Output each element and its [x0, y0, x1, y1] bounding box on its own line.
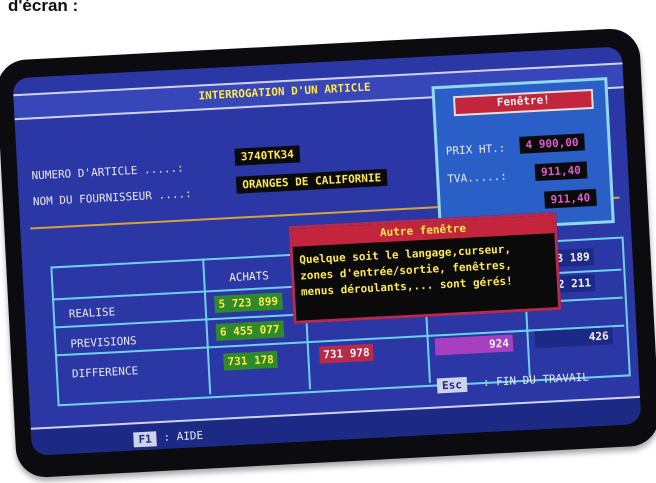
column-header-achats: ACHATS — [228, 269, 270, 285]
cell-difference-achats: 731 178 — [223, 350, 279, 371]
prix-ht-label: PRIX HT.: — [445, 141, 506, 158]
window-autre-fenetre-text: Quelque soit le langage,curseur, zones d… — [298, 242, 513, 299]
prix-ht-field[interactable]: 4 900,00 — [519, 133, 585, 154]
cell-difference-col2: 731 978 — [318, 343, 375, 364]
caption-text: d'écran : — [8, 0, 79, 15]
window-fenetre-title: Fenêtre! — [452, 88, 594, 117]
esc-key[interactable]: Esc — [436, 376, 468, 394]
f1-key[interactable]: F1 — [133, 431, 158, 448]
f1-key-label: : AIDE — [163, 428, 204, 444]
screen-title: INTERROGATION D'UN ARTICLE — [198, 80, 371, 103]
function-key-bar — [30, 395, 642, 456]
monitor-bezel: INTERROGATION D'UN ARTICLE NUMERO D'ARTI… — [0, 27, 656, 479]
supplier-field[interactable]: ORANGES DE CALIFORNIE — [235, 168, 388, 194]
row-label-realise: REALISE — [68, 305, 116, 321]
window-fenetre[interactable]: Fenêtre! PRIX HT.: 4 900,00 TVA.....: 91… — [431, 77, 615, 233]
cell-realise-achats: 5 723 899 — [214, 292, 283, 313]
article-number-label: NUMERO D'ARTICLE .....: — [31, 161, 185, 183]
tva-label: TVA.....: — [446, 169, 508, 186]
supplier-label: NOM DU FOURNISSEUR ....: — [32, 187, 192, 209]
terminal-screen: INTERROGATION D'UN ARTICLE NUMERO D'ARTI… — [12, 46, 642, 456]
article-number-field[interactable]: 3740TK34 — [234, 145, 301, 166]
window-autre-fenetre[interactable]: Autre fenêtre Quelque soit le langage,cu… — [288, 212, 562, 324]
cell-previsions-achats: 6 455 077 — [215, 320, 284, 341]
tva-field[interactable]: 911,40 — [534, 161, 588, 182]
extra-field[interactable]: 911,40 — [544, 188, 597, 209]
